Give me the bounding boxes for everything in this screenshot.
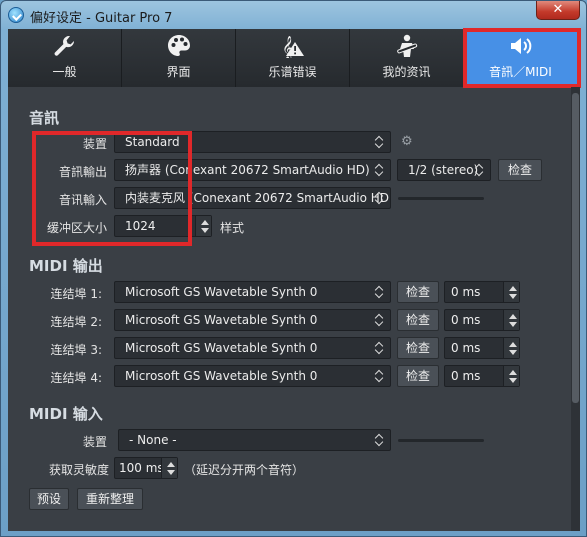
port-2-latency-value: 0 ms: [451, 313, 481, 327]
tab-general[interactable]: 一般: [8, 29, 122, 87]
updown-arrows-icon[interactable]: [503, 282, 519, 302]
port-1-label: 连结埠 1:: [50, 287, 103, 301]
port-1-latency-value: 0 ms: [451, 285, 481, 299]
port-3-select[interactable]: Microsoft GS Wavetable Synth 0: [114, 337, 391, 359]
guitarist-icon: [396, 34, 417, 57]
updown-arrows-icon[interactable]: [503, 366, 519, 386]
port-3-device-value: Microsoft GS Wavetable Synth 0: [125, 341, 318, 355]
updown-arrows-icon[interactable]: [503, 310, 519, 330]
scrollbar-thumb[interactable]: [572, 93, 579, 403]
score-warning-icon: 𝄞: [282, 35, 304, 58]
tab-interface-label: 界面: [166, 65, 191, 79]
midi-in-level-slider[interactable]: [398, 439, 484, 442]
tab-score-errors[interactable]: 𝄞 乐谱错误: [236, 29, 350, 87]
highlight-box-tab: [463, 28, 581, 88]
midi-in-section-title: MIDI 输入: [29, 405, 103, 423]
port-3-latency[interactable]: 0 ms: [444, 337, 520, 359]
audio-channel-select[interactable]: 1/2 (stereo): [397, 159, 491, 181]
preset-button[interactable]: 预设: [29, 488, 69, 510]
updown-arrows-icon: [376, 433, 384, 447]
port-4-label: 连结埠 4:: [50, 371, 103, 385]
audio-channel-value: 1/2 (stereo): [408, 163, 479, 177]
style-label: 样式: [220, 221, 245, 235]
updown-arrows-icon: [376, 285, 384, 299]
port-1-check-button[interactable]: 检查: [397, 281, 439, 303]
port-2-device-value: Microsoft GS Wavetable Synth 0: [125, 313, 318, 327]
vertical-scrollbar[interactable]: [571, 87, 580, 531]
port-4-latency[interactable]: 0 ms: [444, 365, 520, 387]
port-4-device-value: Microsoft GS Wavetable Synth 0: [125, 369, 318, 383]
highlight-box-audio: [32, 131, 192, 246]
palette-icon: [167, 35, 190, 56]
port-3-check-button[interactable]: 检查: [397, 337, 439, 359]
window-title: 偏好设定 - Guitar Pro 7: [30, 11, 173, 26]
port-2-latency[interactable]: 0 ms: [444, 309, 520, 331]
reset-button[interactable]: 重新整理: [77, 488, 143, 510]
updown-arrows-icon: [376, 313, 384, 327]
preferences-window: 偏好设定 - Guitar Pro 7 ✕ 一般 界面 �: [0, 0, 587, 537]
tab-score-errors-label: 乐谱错误: [268, 65, 317, 79]
port-2-label: 连结埠 2:: [50, 315, 103, 329]
dialog-content: 一般 界面 𝄞 乐谱错误 我的资讯 音訊／MIDI 音訊 装置 Standard…: [8, 28, 581, 531]
updown-arrows-icon: [376, 163, 384, 177]
gear-icon[interactable]: ⚙: [401, 135, 415, 149]
updown-arrows-icon: [376, 341, 384, 355]
tab-my-info-label: 我的资讯: [382, 65, 431, 79]
sensitivity-note: （延迟分开两个音符）: [184, 463, 305, 477]
updown-arrows-icon: [376, 369, 384, 383]
port-3-label: 连结埠 3:: [50, 343, 103, 357]
title-bar: 偏好设定 - Guitar Pro 7 ✕: [1, 1, 586, 29]
updown-arrows-icon[interactable]: [503, 338, 519, 358]
midi-out-section-title: MIDI 输出: [29, 257, 103, 275]
port-1-latency[interactable]: 0 ms: [444, 281, 520, 303]
updown-arrows-icon[interactable]: [195, 216, 211, 236]
tab-interface[interactable]: 界面: [122, 29, 236, 87]
midi-in-device-value: - None -: [129, 433, 177, 447]
tab-my-info[interactable]: 我的资讯: [350, 29, 464, 87]
port-4-select[interactable]: Microsoft GS Wavetable Synth 0: [114, 365, 391, 387]
midi-in-device-select[interactable]: - None -: [118, 429, 391, 451]
wrench-icon: [54, 36, 74, 56]
port-1-device-value: Microsoft GS Wavetable Synth 0: [125, 285, 318, 299]
tab-general-label: 一般: [52, 65, 77, 79]
sensitivity-label: 获取灵敏度: [48, 463, 109, 477]
port-3-latency-value: 0 ms: [451, 341, 481, 355]
port-2-check-button[interactable]: 检查: [397, 309, 439, 331]
port-1-select[interactable]: Microsoft GS Wavetable Synth 0: [114, 281, 391, 303]
updown-arrows-icon: [376, 191, 384, 205]
sensitivity-spinbox[interactable]: 100 ms: [114, 457, 178, 479]
input-level-slider[interactable]: [398, 197, 484, 200]
sensitivity-value: 100 ms: [119, 461, 164, 475]
close-button[interactable]: ✕: [536, 1, 580, 20]
updown-arrows-icon: [476, 163, 484, 177]
updown-arrows-icon: [376, 135, 384, 149]
port-2-select[interactable]: Microsoft GS Wavetable Synth 0: [114, 309, 391, 331]
port-4-check-button[interactable]: 检查: [397, 365, 439, 387]
app-icon: [8, 7, 24, 23]
audio-section-title: 音訊: [29, 109, 60, 127]
updown-arrows-icon[interactable]: [161, 458, 177, 478]
port-4-latency-value: 0 ms: [451, 369, 481, 383]
midi-in-device-label: 装置: [82, 435, 107, 449]
audio-output-check-button[interactable]: 检查: [498, 159, 542, 181]
